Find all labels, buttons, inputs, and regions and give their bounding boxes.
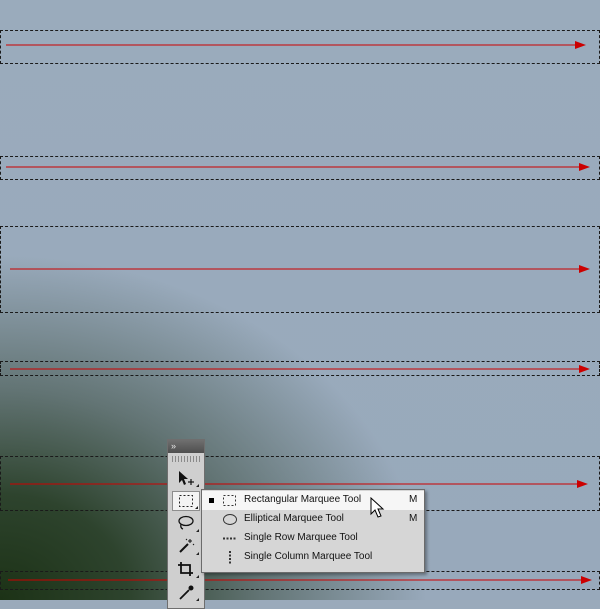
marquee-tool-flyout: Rectangular Marquee Tool M Elliptical Ma… — [201, 489, 425, 573]
mouse-pointer-icon — [370, 497, 385, 518]
menu-item-label: Single Row Marquee Tool — [244, 532, 358, 543]
lasso-icon — [178, 515, 194, 530]
menu-item-rectangular-marquee[interactable]: Rectangular Marquee Tool M — [202, 491, 424, 510]
menu-item-elliptical-marquee[interactable]: Elliptical Marquee Tool M — [202, 510, 424, 529]
panel-expand-button[interactable]: » — [168, 440, 204, 453]
arrow-right-icon — [10, 265, 590, 273]
menu-item-label: Elliptical Marquee Tool — [244, 513, 344, 524]
marquee-tool[interactable] — [172, 491, 200, 511]
arrow-right-icon — [10, 480, 588, 488]
eyedropper-icon — [179, 585, 194, 600]
crop-tool[interactable] — [172, 559, 200, 579]
expand-icon: » — [171, 441, 176, 451]
menu-item-label: Single Column Marquee Tool — [244, 551, 373, 562]
menu-item-shortcut: M — [409, 494, 418, 505]
arrow-right-icon — [6, 41, 586, 49]
rectangular-marquee-icon — [222, 494, 238, 507]
selected-bullet-icon — [209, 498, 214, 503]
menu-item-shortcut: M — [409, 513, 418, 524]
arrow-right-icon — [8, 576, 592, 584]
single-row-marquee-icon — [222, 532, 238, 545]
magic-wand-icon — [179, 538, 195, 553]
magic-wand-tool[interactable] — [172, 536, 200, 556]
crop-icon — [178, 562, 193, 576]
single-column-marquee-icon — [222, 551, 238, 564]
menu-item-single-row-marquee[interactable]: Single Row Marquee Tool — [202, 529, 424, 548]
panel-grip[interactable] — [172, 456, 200, 462]
arrow-right-icon — [10, 365, 590, 373]
menu-item-single-column-marquee[interactable]: Single Column Marquee Tool — [202, 548, 424, 567]
arrow-right-icon — [6, 163, 590, 171]
eyedropper-tool[interactable] — [172, 582, 200, 602]
elliptical-marquee-icon — [222, 513, 238, 526]
move-tool[interactable] — [172, 468, 200, 488]
rectangular-marquee-icon — [179, 495, 193, 507]
tools-panel: » — [167, 439, 205, 609]
lasso-tool[interactable] — [172, 513, 200, 533]
menu-item-label: Rectangular Marquee Tool — [244, 494, 362, 505]
move-icon — [179, 471, 194, 485]
